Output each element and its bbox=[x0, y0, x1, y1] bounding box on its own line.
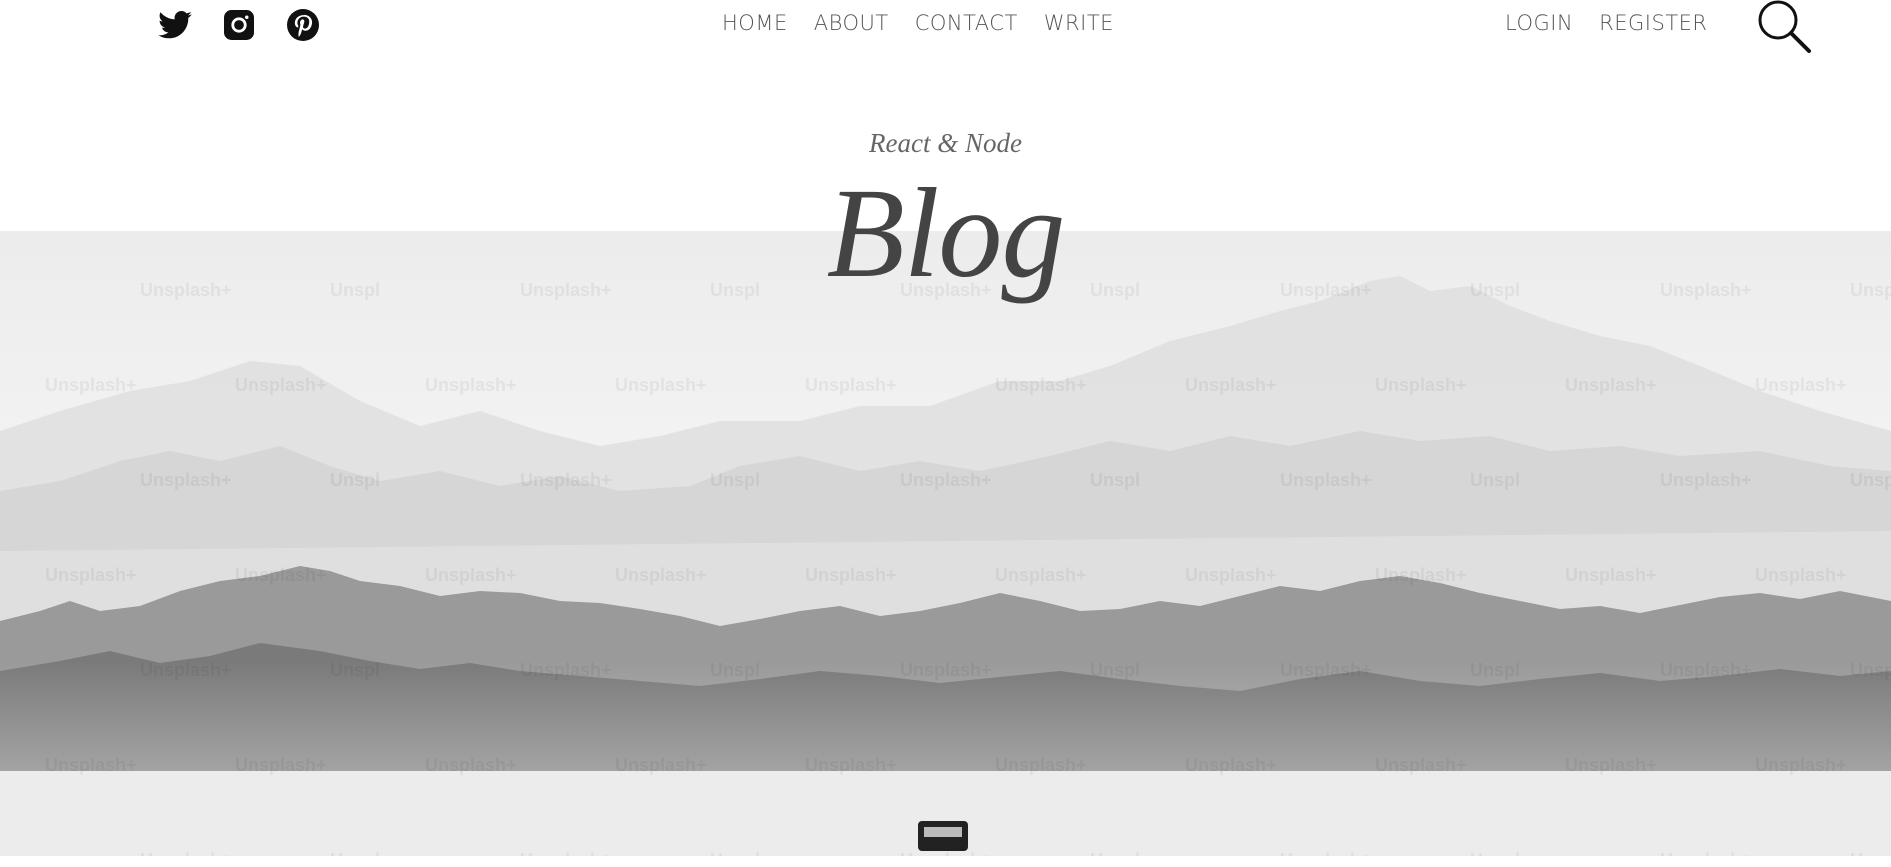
main-nav: HOME ABOUT CONTACT WRITE bbox=[722, 11, 1114, 35]
pinterest-icon[interactable] bbox=[286, 9, 320, 41]
nav-write[interactable]: WRITE bbox=[1044, 11, 1114, 35]
search-icon[interactable] bbox=[1756, 0, 1812, 53]
nav-contact[interactable]: CONTACT bbox=[915, 11, 1018, 35]
bottom-strip bbox=[0, 856, 1891, 867]
twitter-icon[interactable] bbox=[158, 9, 192, 41]
auth-nav: LOGIN REGISTER bbox=[1505, 11, 1708, 35]
instagram-icon[interactable] bbox=[222, 9, 256, 41]
nav-login[interactable]: LOGIN bbox=[1505, 11, 1573, 35]
nav-about[interactable]: ABOUT bbox=[814, 11, 889, 35]
hero-image: Unsplash+ Unsplash+ Unsplash+ Unsplash+ bbox=[0, 231, 1891, 856]
header-subtitle: React & Node bbox=[869, 128, 1022, 158]
nav-register[interactable]: REGISTER bbox=[1599, 11, 1707, 35]
social-links bbox=[158, 9, 320, 41]
top-bar: HOME ABOUT CONTACT WRITE LOGIN REGISTER bbox=[0, 0, 1891, 53]
nav-home[interactable]: HOME bbox=[722, 11, 788, 35]
